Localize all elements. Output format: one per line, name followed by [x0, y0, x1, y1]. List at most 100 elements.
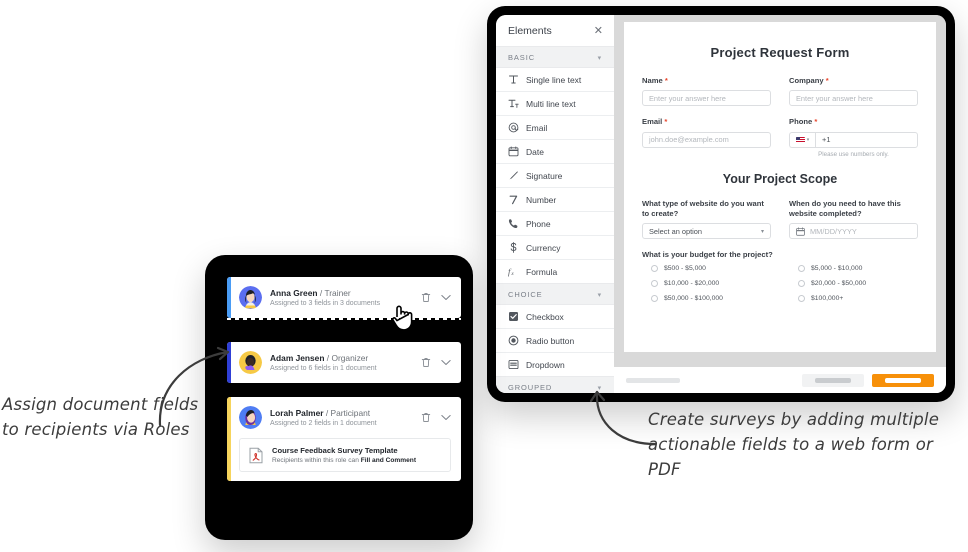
currency-icon [508, 242, 519, 253]
budget-option-label: $50,000 - $100,000 [664, 295, 723, 303]
field-phone-label: Phone * [789, 117, 918, 127]
svg-text:x: x [510, 271, 514, 277]
email-input[interactable]: john.doe@example.com [642, 131, 771, 148]
required-marker: * [814, 117, 818, 127]
document-permission-value: Fill and Comment [360, 457, 417, 464]
element-multi-line-text[interactable]: Multi line text [496, 92, 614, 116]
radio-button-icon[interactable] [651, 280, 658, 288]
element-label: Phone [526, 218, 551, 229]
document-title: Course Feedback Survey Template [272, 446, 398, 455]
form-row-name-company: Name * Enter your answer here Company * … [642, 76, 918, 107]
elements-panel-header: Elements ✕ [496, 15, 614, 46]
budget-option-label: $500 - $5,000 [664, 265, 706, 273]
element-label: Single line text [526, 74, 582, 85]
country-code-selector[interactable]: ▾ [789, 131, 815, 148]
chevron-down-icon[interactable] [441, 294, 451, 301]
website-type-dropdown[interactable]: Select an option ▾ [642, 223, 771, 239]
secondary-button[interactable] [802, 373, 864, 387]
element-signature[interactable]: Signature [496, 164, 614, 188]
budget-option[interactable]: $5,000 - $10,000 [789, 265, 918, 273]
budget-option-label: $100,000+ [811, 295, 844, 303]
element-email[interactable]: Email [496, 116, 614, 140]
completion-date-placeholder: MM/DD/YYYY [810, 226, 857, 236]
element-radio-button[interactable]: Radio button [496, 329, 614, 353]
budget-option[interactable]: $10,000 - $20,000 [642, 280, 771, 288]
required-marker: * [664, 76, 668, 85]
roles-window: Anna Green / Trainer Assigned to 3 field… [205, 255, 473, 540]
element-label: Checkbox [526, 311, 564, 322]
elements-group-choice[interactable]: CHOICE ▾ [496, 283, 614, 305]
elements-group-grouped[interactable]: GROUPED ▾ [496, 376, 614, 393]
radio-button-icon[interactable] [651, 295, 658, 303]
elements-panel: Elements ✕ BASIC ▾ Single line text Mult… [496, 15, 614, 393]
trash-icon[interactable] [421, 292, 431, 303]
company-input[interactable]: Enter your answer here [789, 90, 918, 107]
chevron-down-icon: ▾ [760, 228, 764, 235]
phone-hint: Please use numbers only. [818, 150, 889, 158]
radio-button-icon[interactable] [798, 295, 805, 303]
field-name-label-text: Name [642, 76, 663, 85]
assigned-document-row[interactable]: Course Feedback Survey Template Recipien… [239, 438, 451, 472]
role-assignment: Assigned to 6 fields in 1 document [270, 365, 377, 373]
primary-button[interactable] [872, 373, 934, 387]
footer-placeholder-text [626, 377, 680, 383]
form-row-scope: What type of website do you want to crea… [642, 198, 918, 239]
field-budget-label: What is your budget for the project? [642, 250, 773, 259]
close-icon[interactable]: ✕ [594, 25, 603, 37]
phone-input[interactable]: +1 [815, 131, 918, 148]
element-date[interactable]: Date [496, 140, 614, 164]
element-single-line-text[interactable]: Single line text [496, 68, 614, 92]
chevron-down-icon[interactable] [441, 414, 451, 421]
role-card-anna-green[interactable]: Anna Green / Trainer Assigned to 3 field… [227, 277, 461, 318]
role-separator: / [325, 407, 329, 418]
role-name: Anna Green / Trainer [270, 288, 413, 299]
element-formula[interactable]: fx Formula [496, 260, 614, 283]
date-icon [508, 146, 519, 157]
page-title: Project Request Form [710, 45, 850, 60]
budget-options-left: $500 - $5,000 $10,000 - $20,000 $50,000 … [642, 265, 771, 310]
field-name-label: Name * [642, 76, 771, 86]
budget-option[interactable]: $100,000+ [789, 295, 918, 303]
annotation-left: Assign document fields to recipients via… [2, 395, 199, 439]
email-icon [508, 122, 519, 133]
role-card-adam-jensen[interactable]: Adam Jensen / Organizer Assigned to 6 fi… [227, 342, 461, 383]
element-phone[interactable]: Phone [496, 212, 614, 236]
elements-group-basic[interactable]: BASIC ▾ [496, 46, 614, 68]
role-person-name: Adam Jensen [270, 352, 325, 363]
trash-icon[interactable] [421, 412, 431, 423]
element-checkbox[interactable]: Checkbox [496, 305, 614, 329]
role-title: Organizer [331, 352, 369, 363]
element-dropdown[interactable]: Dropdown [496, 353, 614, 376]
website-type-value: Select an option [649, 226, 703, 236]
element-currency[interactable]: Currency [496, 236, 614, 260]
field-phone: Phone * ▾ +1 Please use numbers only. [789, 117, 918, 158]
radio-button-icon[interactable] [798, 280, 805, 288]
field-phone-label-text: Phone [789, 117, 813, 127]
budget-option[interactable]: $50,000 - $100,000 [642, 295, 771, 303]
annotation-right: Create surveys by adding multiple action… [648, 410, 940, 479]
field-completion-date-label: When do you need to have this website co… [789, 198, 901, 218]
role-title: Participant [330, 407, 371, 418]
form-footer-bar [614, 367, 946, 393]
elements-group-grouped-label: GROUPED [508, 383, 553, 392]
name-input[interactable]: Enter your answer here [642, 90, 771, 107]
element-label: Email [526, 122, 548, 133]
radio-button-icon[interactable] [651, 265, 658, 273]
calendar-icon [796, 226, 805, 236]
trash-icon[interactable] [421, 357, 431, 368]
budget-option[interactable]: $500 - $5,000 [642, 265, 771, 273]
budget-option-label: $10,000 - $20,000 [664, 280, 720, 288]
avatar [239, 406, 262, 429]
drag-drop-indicator [227, 318, 461, 320]
chevron-down-icon[interactable] [441, 359, 451, 366]
phone-input-group: ▾ +1 [789, 131, 918, 148]
radio-button-icon[interactable] [798, 265, 805, 273]
element-number[interactable]: Number [496, 188, 614, 212]
elements-list-choice: Checkbox Radio button Dropdown [496, 305, 614, 376]
checkbox-icon [508, 311, 519, 322]
budget-option-label: $20,000 - $50,000 [811, 280, 867, 288]
dropdown-icon [508, 359, 519, 370]
completion-date-input[interactable]: MM/DD/YYYY [789, 223, 918, 239]
role-card-lorah-palmer[interactable]: Lorah Palmer / Participant Assigned to 2… [227, 397, 461, 481]
budget-option[interactable]: $20,000 - $50,000 [789, 280, 918, 288]
